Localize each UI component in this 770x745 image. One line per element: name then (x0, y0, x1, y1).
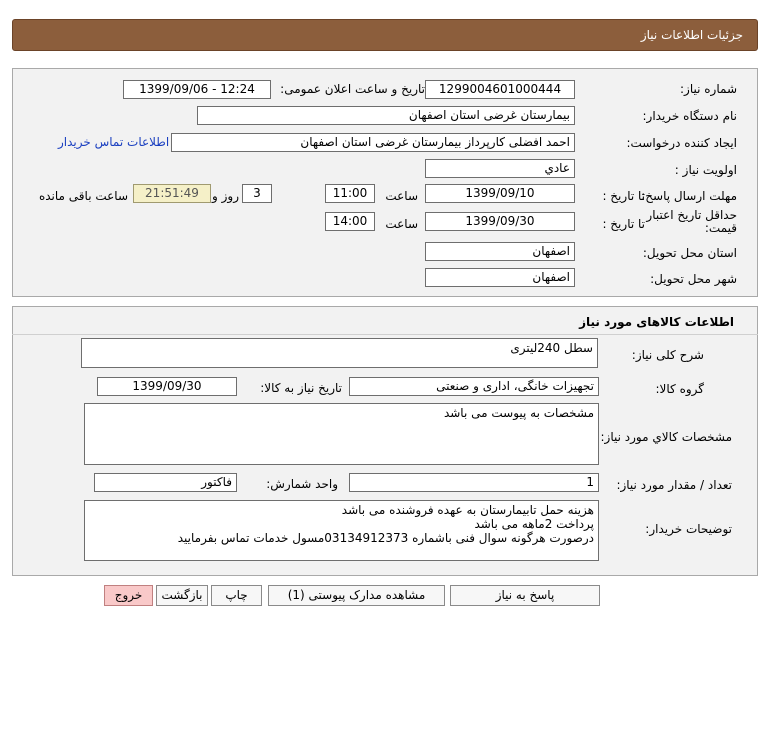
days-label: روز و (212, 189, 239, 203)
reply-button[interactable]: پاسخ به نیاز (450, 585, 600, 606)
goods-section-title: اطلاعات کالاهای مورد نیاز (579, 315, 734, 329)
buyer-notes-line-2: پرداخت 2ماهه می باشد (474, 517, 594, 531)
send-time-field: 11:00 (325, 184, 375, 203)
buyer-notes-line-3: درصورت هرگونه سوال فنی باشماره 031349123… (177, 531, 594, 545)
price-validity-label: حداقل تاریخ اعتبار قیمت: (646, 208, 737, 235)
buyer-contact-link[interactable]: اطلاعات تماس خریدار (58, 135, 169, 149)
city-field: اصفهان (425, 268, 575, 287)
buyer-notes-line-1: هزینه حمل تابیمارستان به عهده فروشنده می… (341, 503, 594, 517)
group-label: گروه کالا: (655, 382, 705, 396)
remaining-label: ساعت باقی مانده (38, 189, 128, 203)
validity-to-date-label: تا تاریخ : (602, 217, 645, 231)
unit-field: فاکتور (94, 473, 237, 492)
group-field: تجهیزات خانگی، اداری و صنعتی (349, 377, 599, 396)
need-date-label: تاریخ نیاز به کالا: (260, 381, 342, 395)
attachments-button[interactable]: مشاهده مدارک پیوستی (1) (268, 585, 445, 606)
validity-date-field: 1399/09/30 (425, 212, 575, 231)
priority-label: اولویت نیاز : (674, 163, 737, 177)
buyer-org-label: نام دستگاه خریدار: (642, 109, 738, 123)
buyer-org-field: بیمارستان غرضی استان اصفهان (197, 106, 575, 125)
specs-field: مشخصات به پیوست می باشد (84, 403, 599, 465)
unit-label: واحد شمارش: (266, 477, 338, 491)
province-label: استان محل تحویل: (642, 246, 737, 260)
validity-time-label: ساعت (385, 217, 418, 231)
province-field: اصفهان (425, 242, 575, 261)
qty-field: 1 (349, 473, 599, 492)
need-number-label: شماره نیاز: (680, 82, 737, 96)
send-to-date-label: تا تاریخ : (602, 189, 645, 203)
buyer-notes-field: هزینه حمل تابیمارستان به عهده فروشنده می… (84, 500, 599, 561)
priority-field: عادي (425, 159, 575, 178)
summary-field: سطل 240لیتری (81, 338, 598, 368)
days-field: 3 (242, 184, 272, 203)
exit-button[interactable]: خروج (104, 585, 153, 606)
validity-time-field: 14:00 (325, 212, 375, 231)
buyer-notes-label: توضیحات خریدار: (645, 522, 732, 536)
need-number-field: 1299004601000444 (425, 80, 575, 99)
send-date-field: 1399/09/10 (425, 184, 575, 203)
page-header: جزئیات اطلاعات نیاز (12, 19, 758, 51)
page-title: جزئیات اطلاعات نیاز (640, 28, 743, 42)
need-info-panel (12, 68, 758, 297)
back-button[interactable]: بازگشت (156, 585, 208, 606)
announce-label: تاریخ و ساعت اعلان عمومی: (280, 82, 425, 96)
requester-field: احمد افضلی کارپرداز بیمارستان غرضی استان… (171, 133, 575, 152)
remaining-timer: 21:51:49 (133, 184, 211, 203)
goods-divider (12, 334, 758, 335)
requester-label: ایجاد کننده درخواست: (626, 136, 737, 150)
need-date-field: 1399/09/30 (97, 377, 237, 396)
specs-label: مشخصات کالاي مورد نیاز: (600, 430, 732, 444)
print-button[interactable]: چاپ (211, 585, 262, 606)
send-time-label: ساعت (385, 189, 418, 203)
summary-label: شرح کلی نیاز: (631, 348, 704, 362)
city-label: شهر محل تحویل: (650, 272, 737, 286)
announce-field: 1399/09/06 - 12:24 (123, 80, 271, 99)
send-deadline-label: مهلت ارسال پاسخ: (641, 189, 737, 203)
qty-label: تعداد / مقدار مورد نیاز: (616, 478, 732, 492)
